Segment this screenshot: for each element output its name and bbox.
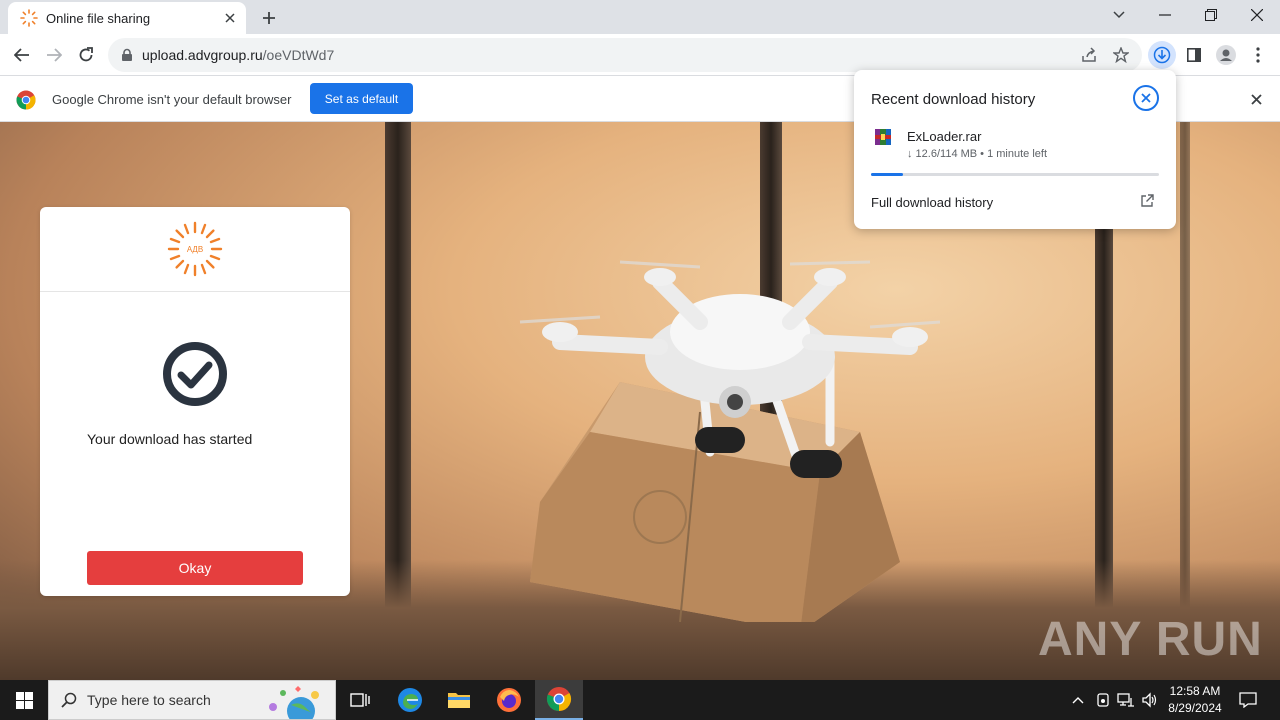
adv-logo: АДВ — [167, 221, 223, 277]
url-path: /oeVDtWd7 — [262, 47, 335, 63]
search-placeholder: Type here to search — [87, 692, 211, 708]
tab-search-chevron-icon[interactable] — [1096, 0, 1142, 30]
reload-button[interactable] — [72, 41, 100, 69]
taskbar-search-box[interactable]: Type here to search — [48, 680, 336, 720]
clock-date: 8/29/2024 — [1168, 701, 1222, 715]
download-progress-bar — [871, 173, 1159, 176]
adv-logo-text: АДВ — [187, 245, 203, 254]
rar-archive-icon — [875, 129, 891, 145]
tab-title: Online file sharing — [46, 10, 151, 26]
close-window-button[interactable] — [1234, 0, 1280, 30]
full-download-history-link[interactable]: Full download history — [871, 195, 993, 210]
download-bubble-title: Recent download history — [871, 91, 1036, 108]
open-external-icon[interactable] — [1140, 194, 1154, 208]
drone-background-image — [519, 260, 940, 622]
edge-icon — [398, 688, 422, 712]
address-bar[interactable]: upload.advgroup.ru/oeVDtWd7 — [108, 38, 1142, 72]
tab-strip: Online file sharing — [0, 0, 1280, 34]
card-header: АДВ — [40, 207, 350, 292]
downloads-button[interactable] — [1148, 41, 1176, 69]
chrome-menu-icon[interactable] — [1244, 41, 1272, 69]
task-view-icon — [350, 693, 370, 707]
download-started-message: Your download has started — [87, 431, 253, 447]
task-view-button[interactable] — [336, 680, 384, 720]
url-host: upload.advgroup.ru — [142, 47, 263, 63]
minimize-button[interactable] — [1142, 0, 1188, 30]
download-bubble: Recent download history ExLoader.rar ↓ 1… — [854, 70, 1176, 229]
share-icon[interactable] — [1078, 44, 1100, 66]
system-clock[interactable]: 12:58 AM 8/29/2024 — [1162, 683, 1228, 717]
set-as-default-button[interactable]: Set as default — [310, 83, 413, 114]
infobar-close-icon[interactable] — [1246, 89, 1266, 109]
download-bubble-close-icon[interactable] — [1133, 85, 1159, 111]
forward-button[interactable] — [40, 41, 68, 69]
folder-icon — [448, 693, 470, 708]
download-status: ↓ 12.6/114 MB • 1 minute left — [907, 148, 1047, 160]
okay-button[interactable]: Okay — [87, 551, 303, 585]
search-highlight-globe-icon — [269, 686, 319, 719]
profile-avatar[interactable] — [1212, 41, 1240, 69]
volume-icon[interactable] — [1140, 690, 1160, 710]
site-favicon-icon — [20, 9, 38, 27]
bookmark-star-icon[interactable] — [1110, 44, 1132, 66]
chrome-logo-icon — [16, 90, 36, 110]
windows-taskbar: Type here to search 12:58 AM 8/29/2024 — [0, 680, 1280, 720]
search-icon — [61, 692, 77, 708]
success-check-icon — [163, 342, 227, 406]
download-icon — [1153, 46, 1171, 64]
taskbar-edge[interactable] — [386, 680, 434, 720]
tab-close-icon[interactable] — [220, 8, 240, 28]
show-hidden-icons-chevron-icon[interactable] — [1068, 690, 1088, 710]
tray-device-icon[interactable] — [1093, 690, 1113, 710]
side-panel-button[interactable] — [1180, 41, 1208, 69]
taskbar-firefox[interactable] — [485, 680, 533, 720]
download-started-card: АДВ Your download has started Okay — [40, 207, 350, 596]
chrome-icon — [546, 687, 572, 711]
taskbar-file-explorer[interactable] — [435, 680, 483, 720]
download-file-name[interactable]: ExLoader.rar — [907, 129, 981, 144]
start-button[interactable] — [0, 680, 48, 720]
windows-logo-icon — [15, 691, 33, 709]
notifications-icon[interactable] — [1238, 690, 1258, 710]
lock-icon[interactable] — [120, 48, 134, 62]
restore-button[interactable] — [1188, 0, 1234, 30]
firefox-icon — [497, 688, 521, 712]
url-text: upload.advgroup.ru/oeVDtWd7 — [142, 47, 334, 63]
back-button[interactable] — [8, 41, 36, 69]
new-tab-button[interactable] — [256, 5, 282, 31]
network-icon[interactable] — [1116, 690, 1136, 710]
infobar-message: Google Chrome isn't your default browser — [52, 92, 292, 107]
taskbar-chrome[interactable] — [535, 680, 583, 720]
tab-online-file-sharing[interactable]: Online file sharing — [8, 2, 246, 34]
download-progress-fill — [871, 173, 903, 176]
anyrun-watermark: ANY RUN — [1038, 613, 1263, 666]
clock-time: 12:58 AM — [1169, 684, 1221, 698]
